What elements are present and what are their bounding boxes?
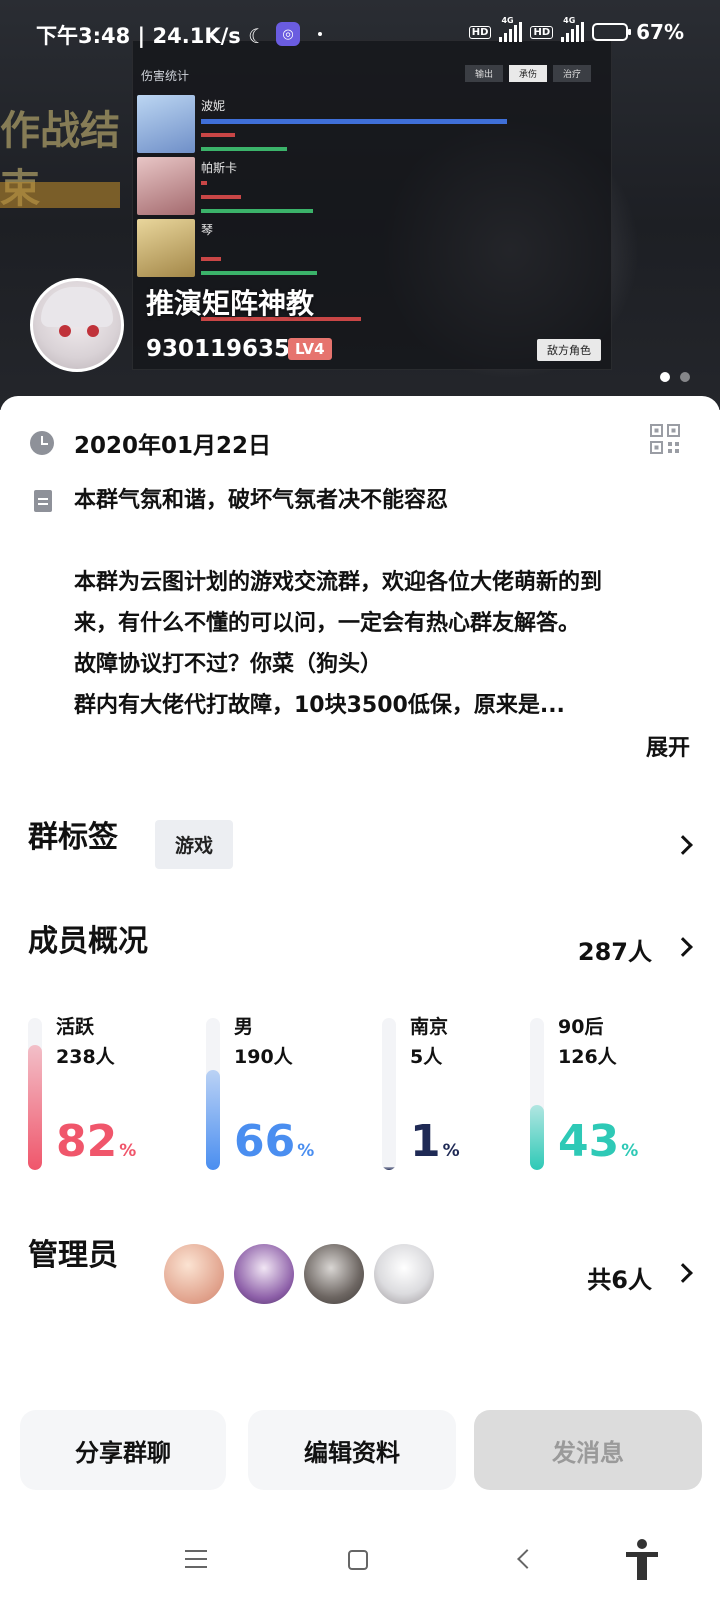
edit-profile-button[interactable]: 编辑资料 — [248, 1410, 456, 1490]
player-avatar — [137, 95, 195, 153]
tags-title: 群标签 — [28, 820, 118, 855]
members-total[interactable]: 287人 — [578, 932, 652, 967]
avatar[interactable] — [304, 1244, 364, 1304]
member-stat-age: 90后 126人 43% — [530, 1012, 700, 1170]
network-type: 4G — [501, 16, 514, 25]
app-notification-icon: ◎ — [276, 22, 300, 46]
clock-icon — [30, 431, 54, 455]
network-type: 4G — [563, 16, 576, 25]
admins-total[interactable]: 共6人 — [587, 1260, 652, 1295]
player-avatar — [137, 157, 195, 215]
status-time: 下午3:48 | 24.1K/s ☾ — [36, 24, 267, 48]
battery-icon — [592, 23, 632, 41]
stat-bar-fill — [530, 1105, 544, 1170]
accessibility-icon[interactable] — [624, 1538, 660, 1582]
group-level-badge: LV4 — [288, 338, 332, 360]
stat-percent-value: 82 — [56, 1116, 118, 1167]
stat-percent: 1% — [410, 1116, 460, 1167]
stat-label: 男 — [234, 1016, 254, 1038]
document-icon — [34, 490, 52, 512]
hd-badge: HD — [530, 25, 554, 39]
player-name: 波妮 — [201, 99, 226, 113]
stat-count: 5人 — [410, 1046, 443, 1068]
stat-percent-unit: % — [119, 1141, 137, 1161]
stat-percent: 43% — [558, 1116, 638, 1167]
member-stat-city: 南京 5人 1% — [382, 1012, 552, 1170]
status-bar: 下午3:48 | 24.1K/s ☾ ◎ HD 4G HD 4G 67% — [0, 0, 720, 70]
panel-player-row: 波妮 — [133, 95, 613, 157]
members-title: 成员概况 — [28, 924, 148, 959]
player-name: 琴 — [201, 223, 214, 237]
stat-percent-unit: % — [442, 1141, 460, 1161]
creation-date: 2020年01月22日 — [74, 433, 272, 459]
group-description[interactable]: 本群气氛和谐，破坏气氛者决不能容忍 本群为云图计划的游戏交流群，欢迎各位大佬萌新… — [74, 480, 694, 726]
group-id: 930119635 — [146, 336, 291, 362]
stat-percent-unit: % — [297, 1141, 315, 1161]
signal-icon: 4G — [561, 16, 585, 42]
group-name: 推演矩阵神教 — [146, 287, 315, 320]
panel-player-row: 琴 — [133, 219, 613, 281]
menu-icon[interactable] — [185, 1550, 207, 1568]
stat-count: 190人 — [234, 1046, 293, 1068]
stat-bar-fill — [28, 1045, 42, 1170]
description-line: 本群为云图计划的游戏交流群，欢迎各位大佬萌新的到 — [74, 570, 603, 595]
home-icon[interactable] — [348, 1550, 368, 1570]
description-line — [74, 521, 694, 562]
avatar[interactable] — [234, 1244, 294, 1304]
stat-percent: 66% — [234, 1116, 314, 1167]
share-group-button[interactable]: 分享群聊 — [20, 1410, 226, 1490]
pager-dot — [680, 372, 690, 382]
stat-bar-track — [206, 1018, 220, 1170]
system-nav-bar — [0, 1520, 720, 1600]
group-avatar[interactable] — [30, 278, 124, 372]
stat-percent: 82% — [56, 1116, 136, 1167]
signal-icon: 4G — [499, 16, 523, 42]
member-stat-male: 男 190人 66% — [206, 1012, 376, 1170]
cover-pager — [660, 372, 690, 382]
enemy-role-button: 敌方角色 — [537, 339, 601, 361]
moon-icon: ☾ — [248, 24, 267, 48]
stat-percent-value: 66 — [234, 1116, 296, 1167]
group-tag[interactable]: 游戏 — [155, 820, 234, 869]
stat-label: 90后 — [558, 1016, 604, 1038]
description-line: 来，有什么不懂的可以问，一定会有热心群友解答。 — [74, 611, 581, 636]
pager-dot — [660, 372, 670, 382]
stat-bar-track — [530, 1018, 544, 1170]
stat-percent-value: 1 — [410, 1116, 441, 1167]
status-clock: 下午3:48 — [36, 24, 131, 48]
description-line: 本群气氛和谐，破坏气氛者决不能容忍 — [74, 488, 449, 513]
stat-percent-unit: % — [621, 1141, 639, 1161]
panel-player-row: 帕斯卡 — [133, 157, 613, 219]
stat-percent-value: 43 — [558, 1116, 620, 1167]
stat-bar-fill — [382, 1167, 396, 1170]
expand-button[interactable]: 展开 — [646, 730, 690, 762]
creation-date-row: 2020年01月22日 — [30, 426, 271, 460]
back-icon[interactable] — [517, 1549, 537, 1569]
cover-left-decoration: 作战结束 — [0, 58, 150, 212]
stat-bar-fill — [206, 1070, 220, 1170]
send-message-button[interactable]: 发消息 — [474, 1410, 702, 1490]
hd-badge: HD — [468, 25, 492, 39]
member-stat-active: 活跃 238人 82% — [28, 1012, 198, 1170]
stat-bar-track — [382, 1018, 396, 1170]
stat-count: 126人 — [558, 1046, 617, 1068]
notification-dot — [318, 32, 322, 36]
avatar[interactable] — [374, 1244, 434, 1304]
stat-count: 238人 — [56, 1046, 115, 1068]
status-net-speed: 24.1K/s — [152, 24, 241, 48]
qr-code-icon[interactable] — [650, 424, 680, 454]
status-right: HD 4G HD 4G 67% — [468, 16, 684, 44]
stat-bar-track — [28, 1018, 42, 1170]
player-avatar — [137, 219, 195, 277]
admin-avatars[interactable] — [164, 1244, 434, 1304]
battery-percent: 67% — [636, 20, 684, 44]
description-line: 故障协议打不过？你菜（狗头） — [74, 652, 383, 677]
admins-title: 管理员 — [28, 1238, 118, 1273]
stat-label: 活跃 — [56, 1016, 95, 1038]
stat-label: 南京 — [410, 1016, 449, 1038]
player-name: 帕斯卡 — [201, 161, 238, 175]
avatar[interactable] — [164, 1244, 224, 1304]
description-line: 群内有大佬代打故障，10块3500低保，原来是... — [74, 693, 565, 718]
